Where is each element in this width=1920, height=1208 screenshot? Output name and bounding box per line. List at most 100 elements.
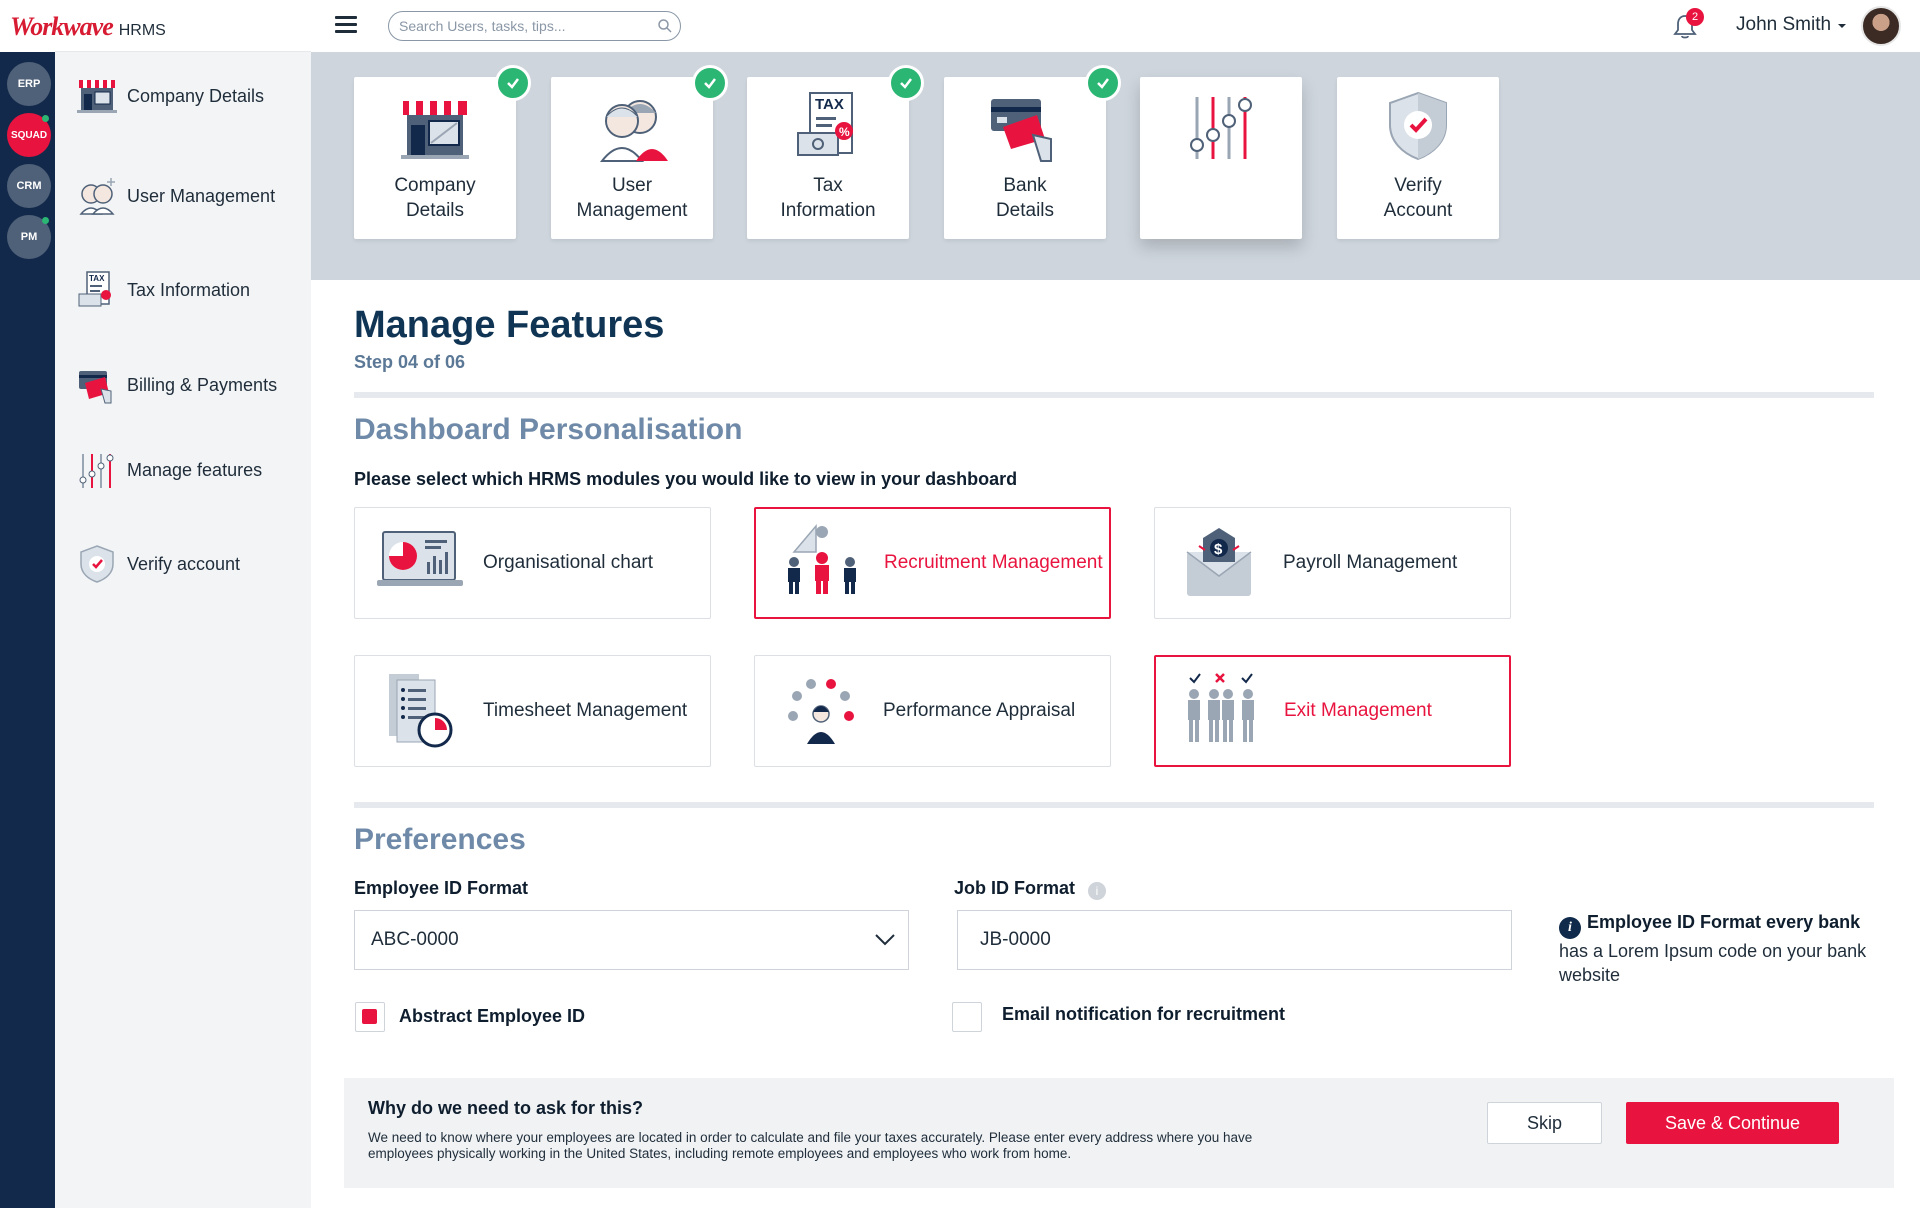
exit-icon: [1188, 673, 1254, 742]
module-instruction: Please select which HRMS modules you wou…: [354, 469, 1018, 489]
info-icon[interactable]: i: [1088, 882, 1106, 900]
sidebar-item-billing-payments[interactable]: Billing & Payments: [75, 360, 305, 410]
steps-progress: Company Details User Management TAX % Ta…: [311, 52, 1920, 280]
footer-title: Why do we need to ask for this?: [368, 1098, 644, 1118]
module-recruitment-management[interactable]: Recruitment Management: [754, 507, 1111, 619]
users-icon: [79, 178, 115, 215]
recruitment-icon: [788, 523, 856, 594]
svg-text:%: %: [839, 125, 850, 139]
employee-id-select[interactable]: ABC-0000: [354, 910, 909, 970]
brand-suffix: HRMS: [118, 22, 166, 39]
check-icon: [495, 65, 531, 101]
step-label: User Management: [576, 175, 688, 221]
step-user-management[interactable]: User Management: [551, 65, 728, 239]
sidebar-item-user-management[interactable]: User Management: [75, 171, 305, 221]
module-payroll-management[interactable]: $ Payroll Management: [1154, 507, 1511, 619]
brand-name: Workwave: [10, 12, 114, 41]
shield-icon: [1389, 91, 1447, 161]
tax-icon: TAX: [78, 271, 111, 307]
job-id-label: Job ID Format: [954, 878, 1076, 898]
sidebar-item-label: Manage features: [127, 459, 263, 480]
page-title: Manage Features: [354, 304, 665, 346]
step-label: Verify Account: [1383, 175, 1453, 221]
store-icon: [401, 101, 469, 159]
employee-id-note: i Employee ID Format every bank has a Lor…: [1559, 910, 1879, 987]
abstract-employee-id-checkbox[interactable]: [355, 1002, 385, 1032]
module-timesheet-management[interactable]: Timesheet Management: [354, 655, 711, 767]
module-label: Exit Management: [1284, 700, 1432, 721]
save-continue-button[interactable]: Save & Continue: [1626, 1102, 1839, 1144]
top-bar: 2 John Smith: [311, 0, 1920, 52]
step-company-details[interactable]: Company Details: [354, 65, 531, 239]
module-label: Payroll Management: [1283, 552, 1458, 573]
sidebar-item-verify-account[interactable]: Verify account: [75, 539, 305, 589]
section-title-dashboard: Dashboard Personalisation: [354, 413, 743, 446]
step-bank-details[interactable]: Bank Details: [944, 65, 1121, 239]
sidebar-item-label: User Management: [127, 185, 276, 206]
sidebar-item-label: Billing & Payments: [127, 374, 278, 395]
employee-id-label: Employee ID Format: [354, 878, 529, 898]
sliders-icon: [79, 454, 114, 488]
module-label: Recruitment Management: [884, 552, 1103, 573]
step-indicator: Step 04 of 06: [354, 352, 466, 372]
tax-icon: TAX %: [797, 92, 853, 156]
module-exit-management[interactable]: Exit Management: [1154, 655, 1511, 767]
user-name[interactable]: John Smith: [1736, 14, 1831, 36]
footer-text: We need to know where your employees are…: [368, 1130, 1253, 1161]
module-label: Performance Appraisal: [883, 700, 1076, 721]
rail-item-crm[interactable]: CRM: [7, 164, 51, 208]
abstract-employee-id-label: Abstract Employee ID: [399, 1006, 586, 1026]
rail-item-squad[interactable]: SQUAD: [7, 113, 51, 157]
status-dot: [42, 217, 49, 224]
brand-logo[interactable]: Workwave HRMS: [10, 12, 166, 42]
rail-item-erp[interactable]: ERP: [7, 62, 51, 106]
module-organisational-chart[interactable]: Organisational chart: [354, 507, 711, 619]
step-label: Company Details: [394, 175, 476, 221]
step-tax-information[interactable]: TAX % Tax Information: [747, 65, 924, 239]
module-label: Timesheet Management: [483, 700, 688, 721]
email-notification-checkbox[interactable]: [952, 1002, 982, 1032]
step-manage-features[interactable]: [1140, 77, 1302, 239]
users-icon: [599, 100, 668, 162]
svg-text:TAX: TAX: [815, 96, 844, 113]
check-icon: [692, 65, 728, 101]
skip-button[interactable]: Skip: [1487, 1102, 1602, 1144]
rail-item-pm[interactable]: PM: [7, 215, 51, 259]
sidebar-item-tax-information[interactable]: TAX Tax Information: [75, 265, 305, 315]
check-icon: [888, 65, 924, 101]
step-label: Bank Details: [995, 175, 1055, 221]
sidebar-item-manage-features[interactable]: Manage features: [75, 445, 305, 495]
step-label: Tax Information: [780, 175, 876, 221]
section-title-preferences: Preferences: [354, 823, 526, 856]
hamburger-menu-icon[interactable]: [335, 16, 357, 34]
email-notification-label: Email notification for recruitment: [1002, 1004, 1286, 1024]
timesheet-icon: [389, 674, 453, 748]
search-input[interactable]: [388, 11, 681, 41]
note-body: has a Lorem Ipsum code on your bank webs…: [1559, 941, 1867, 985]
svg-text:$: $: [1214, 541, 1223, 558]
divider: [354, 392, 1874, 398]
note-title: Employee ID Format every bank: [1587, 912, 1861, 932]
chevron-down-icon[interactable]: [1837, 22, 1847, 30]
store-icon: [77, 80, 117, 113]
sliders-icon: [1190, 97, 1252, 159]
check-icon: [1085, 65, 1121, 101]
info-footer: Why do we need to ask for this? We need …: [344, 1078, 1894, 1188]
sidebar-item-label: Company Details: [127, 85, 265, 106]
chevron-down-icon[interactable]: [874, 933, 896, 947]
divider: [354, 802, 1874, 808]
card-icon: [79, 371, 112, 404]
appraisal-icon: [788, 679, 854, 744]
module-performance-appraisal[interactable]: Performance Appraisal: [754, 655, 1111, 767]
notification-badge: 2: [1686, 8, 1704, 26]
avatar[interactable]: [1861, 6, 1901, 46]
svg-text:TAX: TAX: [89, 274, 105, 283]
payroll-icon: $: [1186, 528, 1252, 596]
sidebar-item-company-details[interactable]: Company Details: [75, 71, 305, 121]
sidebar-item-label: Verify account: [127, 553, 241, 574]
search-icon[interactable]: [657, 18, 673, 34]
status-dot: [42, 115, 49, 122]
step-verify-account[interactable]: Verify Account: [1337, 77, 1499, 239]
job-id-input[interactable]: [957, 910, 1512, 970]
module-label: Organisational chart: [483, 552, 654, 573]
